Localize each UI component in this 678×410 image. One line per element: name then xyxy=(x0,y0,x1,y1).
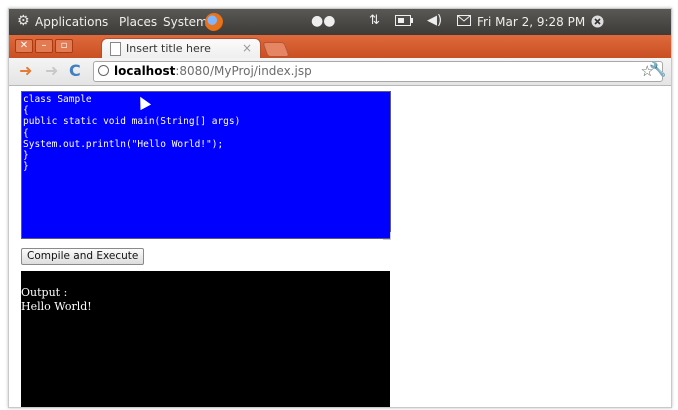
url-text[interactable]: localhost:8080/MyProj/index.jsp xyxy=(114,64,312,78)
menu-places[interactable]: Places xyxy=(119,15,157,29)
firefox-icon[interactable] xyxy=(205,13,223,31)
volume-icon[interactable]: ◀) xyxy=(427,13,442,28)
tab-title: Insert title here xyxy=(126,42,211,55)
network-icon[interactable]: ⇅ xyxy=(369,13,380,28)
top-panel: ⚙ Applications Places System ●● ⇅ ◀) Fri… xyxy=(9,9,671,35)
page-icon xyxy=(110,42,121,56)
reload-icon[interactable]: C xyxy=(69,62,81,80)
compile-execute-button[interactable]: Compile and Execute xyxy=(21,248,145,265)
url-host: localhost xyxy=(114,64,176,78)
battery-icon[interactable] xyxy=(395,15,413,30)
screenshot-frame: ⚙ Applications Places System ●● ⇅ ◀) Fri… xyxy=(8,8,672,408)
url-path: :8080/MyProj/index.jsp xyxy=(175,64,312,78)
menu-system[interactable]: System xyxy=(163,15,208,29)
indicator-icon[interactable]: ●● xyxy=(311,13,335,29)
address-bar[interactable]: localhost:8080/MyProj/index.jsp ☆ xyxy=(93,61,663,82)
code-editor[interactable]: class Sample { public static void main(S… xyxy=(21,91,391,239)
window-minimize-icon[interactable]: – xyxy=(35,39,53,53)
power-icon[interactable] xyxy=(591,15,604,32)
close-icon[interactable]: × xyxy=(242,41,252,55)
window-close-icon[interactable]: ✕ xyxy=(15,39,33,53)
window-maximize-icon[interactable]: ▫ xyxy=(55,39,73,53)
output-label: Output : xyxy=(21,286,68,299)
tab-strip: ✕ – ▫ Insert title here × xyxy=(9,35,671,59)
menu-applications[interactable]: Applications xyxy=(35,15,108,29)
browser-toolbar: ➜ ➜ C localhost:8080/MyProj/index.jsp ☆ … xyxy=(9,58,671,86)
forward-icon[interactable]: ➜ xyxy=(45,62,58,80)
clock[interactable]: Fri Mar 2, 9:28 PM xyxy=(477,15,585,29)
output-result: Hello World! xyxy=(21,300,92,313)
active-tab[interactable]: Insert title here × xyxy=(101,38,261,59)
resize-grip-icon[interactable] xyxy=(383,232,391,240)
page-content: class Sample { public static void main(S… xyxy=(9,86,671,407)
output-panel: Output : Hello World! xyxy=(21,271,390,407)
new-tab-button[interactable] xyxy=(262,42,290,57)
globe-icon xyxy=(98,65,109,76)
back-icon[interactable]: ➜ xyxy=(19,62,32,80)
gear-icon: ⚙ xyxy=(17,13,30,29)
wrench-icon[interactable]: 🔧 xyxy=(649,62,666,78)
mail-icon[interactable] xyxy=(457,15,471,30)
